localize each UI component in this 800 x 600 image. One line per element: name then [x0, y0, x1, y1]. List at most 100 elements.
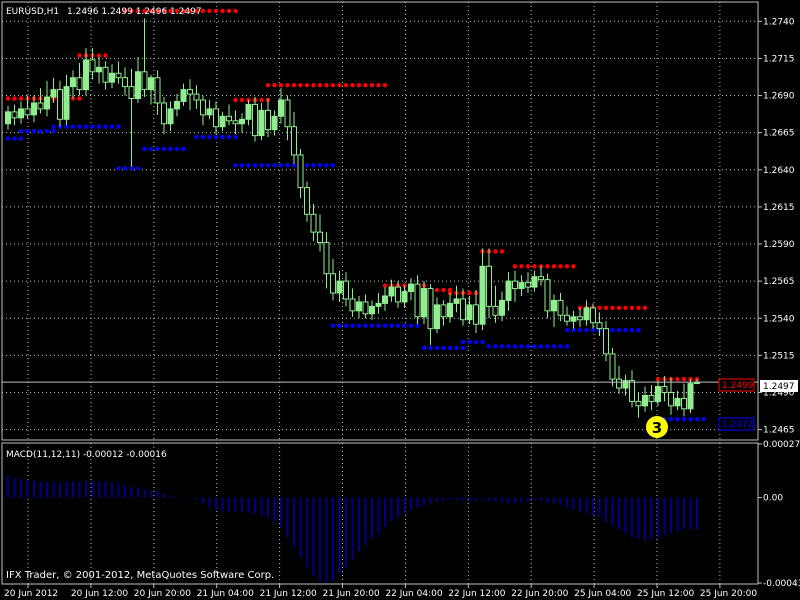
- time-tick-label: 21 Jun 04:00: [197, 589, 254, 599]
- resistance-dot: [343, 82, 349, 88]
- support-dot: [155, 146, 160, 152]
- support-dot: [447, 345, 453, 351]
- time-tick-label: 20 Jun 2012: [4, 589, 58, 599]
- resistance-dot: [207, 8, 212, 14]
- candle-body: [512, 280, 518, 290]
- signal-badge[interactable]: 3: [646, 416, 668, 438]
- support-dot: [90, 124, 95, 129]
- resistance-dot: [233, 8, 238, 14]
- resistance-dot: [382, 82, 388, 88]
- resistance-dot: [681, 376, 687, 382]
- resistance-dot: [317, 82, 323, 88]
- support-dot: [5, 136, 11, 141]
- candle-body: [447, 302, 453, 318]
- candle-body: [284, 99, 291, 128]
- support-dot: [18, 128, 24, 134]
- resistance-dot: [564, 264, 570, 269]
- resistance-dot: [298, 82, 303, 88]
- support-dot: [161, 146, 167, 152]
- candle-body: [304, 187, 310, 215]
- candle-body: [50, 89, 57, 98]
- support-dot: [324, 163, 329, 168]
- support-dot: [330, 323, 336, 328]
- support-dot: [304, 163, 310, 168]
- candle-body: [518, 282, 525, 290]
- candle-body: [570, 316, 577, 322]
- support-dot: [174, 146, 180, 152]
- support-dot: [532, 344, 537, 349]
- candle-body: [11, 111, 18, 119]
- price-tick-label: 1.2590: [763, 240, 795, 250]
- support-dot: [675, 417, 680, 422]
- resistance-dot: [369, 82, 375, 88]
- candle-body: [37, 102, 44, 110]
- price-tick-label: 1.2515: [763, 351, 795, 361]
- support-dot: [246, 163, 251, 168]
- copyright-label: IFX Trader, © 2001-2012, MetaQuotes Soft…: [6, 570, 274, 581]
- candle-body: [492, 305, 499, 316]
- candle-body: [531, 276, 538, 288]
- candle-body: [382, 295, 388, 304]
- candle-body: [635, 400, 642, 407]
- support-dot: [434, 345, 440, 351]
- candle-body: [44, 96, 50, 110]
- support-dot: [233, 134, 238, 140]
- resistance-dot: [545, 264, 550, 269]
- resistance-dot: [259, 97, 264, 103]
- candle-body: [609, 353, 616, 380]
- support-dot: [343, 323, 349, 328]
- resistance-dot: [233, 97, 238, 103]
- time-tick-label: 25 Jun 04:00: [574, 589, 631, 599]
- resistance-dot: [356, 82, 362, 88]
- support-dot: [181, 146, 186, 152]
- candle-body: [440, 304, 447, 318]
- candle-body: [421, 288, 427, 318]
- resistance-dot: [226, 8, 232, 14]
- support-dot: [44, 128, 50, 134]
- candle-body: [141, 71, 148, 91]
- candle-body: [96, 66, 102, 73]
- support-dot: [525, 344, 531, 349]
- candle-body: [245, 103, 252, 120]
- support-dot: [519, 344, 524, 349]
- candle-body: [460, 298, 466, 321]
- support-dot: [363, 323, 368, 328]
- support-dot: [51, 128, 56, 134]
- resistance-dot: [675, 376, 680, 382]
- candle-body: [258, 109, 265, 137]
- candle-body: [681, 397, 687, 410]
- support-dot: [616, 327, 622, 333]
- support-dot: [441, 345, 446, 351]
- support-dot: [681, 417, 687, 422]
- time-tick-label: 25 Jun 20:00: [700, 589, 757, 599]
- support-dot: [467, 339, 472, 345]
- lower-level-text: 1.2472: [722, 420, 754, 430]
- candle-body: [167, 108, 174, 125]
- resistance-dot: [272, 82, 277, 88]
- candle-body: [616, 378, 622, 389]
- support-dot: [200, 134, 206, 140]
- candle-body: [603, 328, 609, 355]
- candle-body: [577, 316, 583, 321]
- candle-body: [271, 115, 278, 131]
- resistance-dot: [551, 264, 557, 269]
- support-dot: [116, 166, 121, 171]
- resistance-dot: [571, 264, 576, 269]
- resistance-dot: [558, 264, 563, 269]
- candle[interactable]: [687, 379, 694, 414]
- resistance-dot: [642, 305, 648, 311]
- support-dot: [395, 323, 401, 328]
- support-dot: [623, 327, 628, 333]
- candle-body: [239, 118, 245, 125]
- resistance-dot: [311, 82, 316, 88]
- support-dot: [259, 163, 264, 168]
- candle-body: [395, 286, 401, 303]
- price-tick-label: 1.2690: [763, 92, 795, 102]
- price-tick-label: 1.2715: [763, 54, 795, 64]
- resistance-dot: [519, 264, 524, 269]
- support-dot: [168, 146, 173, 152]
- price-tick-label: 1.2465: [763, 426, 795, 436]
- resistance-dot: [363, 82, 368, 88]
- candle-body: [109, 72, 115, 83]
- candle-body: [551, 299, 557, 312]
